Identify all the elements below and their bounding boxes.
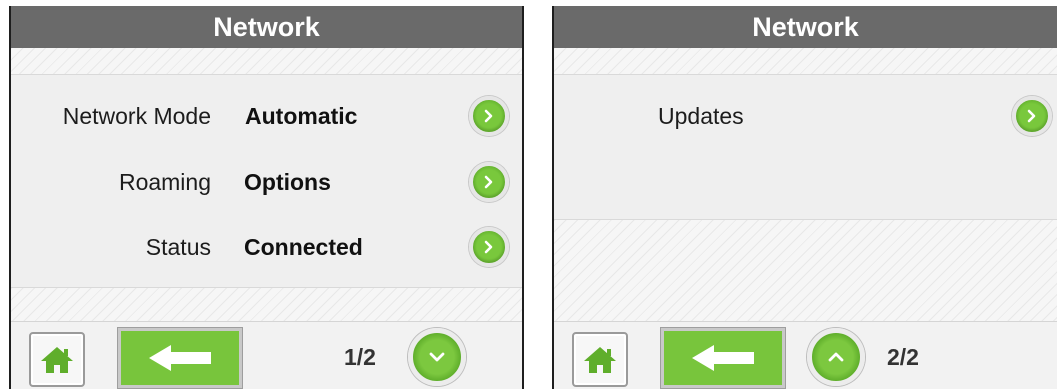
chevron-up-icon — [828, 352, 844, 362]
settings-list: Updates — [554, 74, 1057, 220]
list-item-network-mode[interactable]: Network Mode Automatic — [11, 94, 522, 138]
hatched-divider — [11, 288, 522, 321]
row-label: Status — [145, 234, 211, 260]
row-label: Updates — [658, 103, 744, 129]
page-down-button[interactable] — [408, 328, 466, 386]
home-button[interactable] — [29, 332, 85, 387]
updates-next-button[interactable] — [1012, 96, 1052, 136]
bottom-nav-bar: 1/2 — [11, 321, 522, 389]
chevron-right-icon — [1027, 109, 1036, 123]
back-button[interactable] — [118, 328, 242, 388]
chevron-right-icon — [484, 109, 493, 123]
hatched-divider — [11, 48, 522, 74]
chevron-down-icon — [429, 352, 445, 362]
back-button[interactable] — [661, 328, 785, 388]
row-value: Connected — [244, 234, 363, 260]
page-title: Network — [554, 6, 1057, 48]
row-value: Automatic — [245, 103, 358, 129]
network-screen-page-2: Network Updates 2/2 — [552, 6, 1057, 389]
home-button[interactable] — [572, 332, 628, 387]
network-screen-page-1: Network Network Mode Automatic Roaming O… — [9, 6, 524, 389]
settings-list: Network Mode Automatic Roaming Options S… — [11, 74, 522, 288]
page-indicator: 2/2 — [887, 344, 919, 370]
row-label: Network Mode — [62, 103, 211, 129]
row-value: Options — [244, 169, 331, 195]
page-indicator: 1/2 — [344, 344, 376, 370]
list-item-status[interactable]: Status Connected — [11, 225, 522, 269]
page-title: Network — [11, 6, 522, 48]
arrow-left-icon — [692, 345, 754, 371]
roaming-next-button[interactable] — [469, 162, 509, 202]
bottom-nav-bar: 2/2 — [554, 321, 1057, 389]
hatched-divider — [554, 48, 1057, 74]
network-mode-next-button[interactable] — [469, 96, 509, 136]
list-item-updates[interactable]: Updates — [554, 94, 1057, 138]
status-next-button[interactable] — [469, 227, 509, 267]
chevron-right-icon — [484, 175, 493, 189]
home-icon — [41, 346, 73, 373]
hatched-empty-area — [554, 220, 1057, 321]
row-label: Roaming — [118, 169, 211, 195]
list-item-roaming[interactable]: Roaming Options — [11, 160, 522, 204]
chevron-right-icon — [484, 240, 493, 254]
page-up-button[interactable] — [807, 328, 865, 386]
arrow-left-icon — [149, 345, 211, 371]
home-icon — [584, 346, 616, 373]
